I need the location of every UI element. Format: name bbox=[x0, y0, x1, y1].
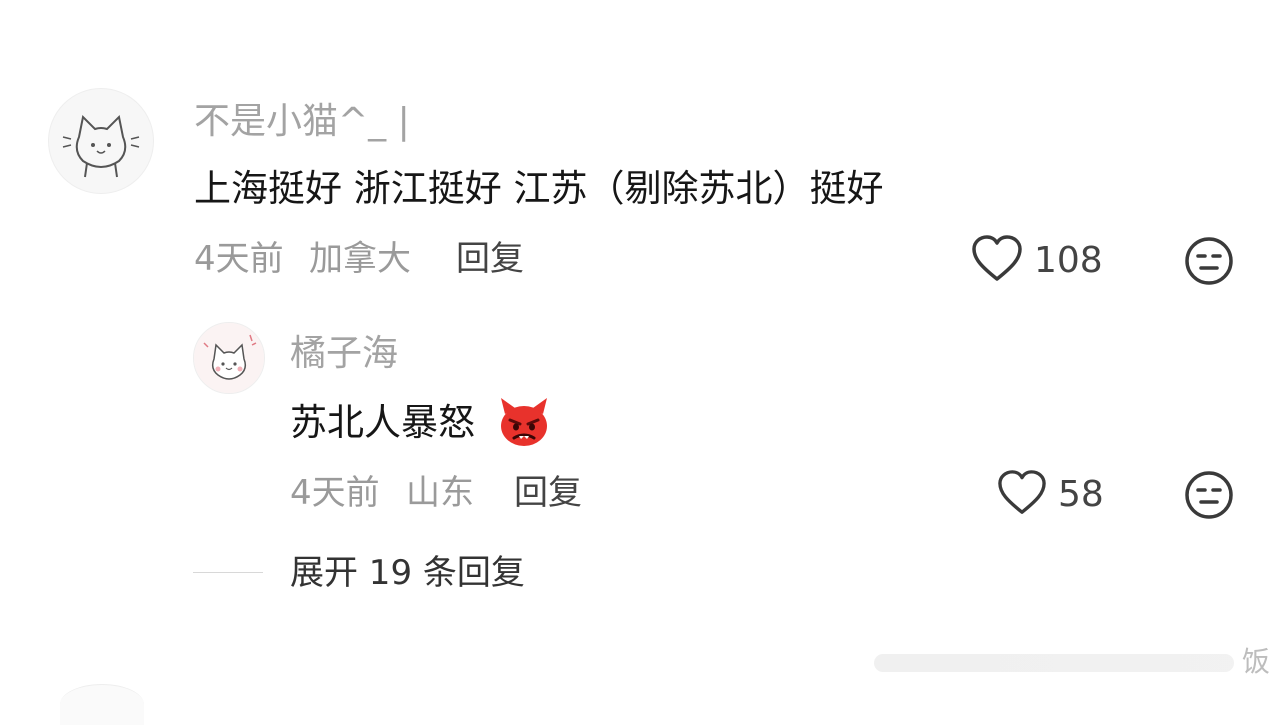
comment-location: 加拿大 bbox=[309, 239, 411, 279]
reply-dislike-button[interactable] bbox=[1184, 470, 1234, 520]
commenter-username[interactable]: 不是小猫^_ | bbox=[194, 104, 410, 140]
heart-outline-icon bbox=[998, 470, 1046, 514]
reply-location: 山东 bbox=[406, 473, 474, 513]
comment-time: 4天前 bbox=[194, 239, 284, 279]
watermark-bar bbox=[874, 654, 1234, 672]
comment-dislike-button[interactable] bbox=[1184, 236, 1234, 286]
reply-like-button[interactable] bbox=[996, 469, 1048, 517]
reply-time: 4天前 bbox=[290, 473, 380, 513]
cat-doodle-avatar-icon bbox=[62, 114, 140, 178]
watermark-text: 饭 bbox=[1242, 645, 1271, 678]
heart-outline-icon bbox=[972, 235, 1022, 281]
angry-devil-emoji bbox=[497, 396, 551, 448]
angry-devil-emoji-icon bbox=[501, 398, 547, 446]
replier-avatar[interactable] bbox=[193, 322, 265, 394]
replier-username[interactable]: 橘子海 bbox=[290, 336, 398, 372]
neutral-face-icon bbox=[1185, 237, 1233, 285]
comment-like-count: 108 bbox=[1034, 240, 1103, 281]
expand-divider bbox=[193, 572, 263, 573]
comment-reply-button[interactable]: 回复 bbox=[456, 242, 524, 276]
comment-text: 上海挺好 浙江挺好 江苏（剔除苏北）挺好 bbox=[194, 167, 884, 210]
next-comment-avatar-edge bbox=[60, 684, 144, 725]
neutral-face-icon bbox=[1185, 471, 1233, 519]
comment-like-button[interactable] bbox=[970, 234, 1024, 284]
commenter-avatar[interactable] bbox=[48, 88, 154, 194]
reply-like-count: 58 bbox=[1058, 474, 1104, 515]
expand-replies-button[interactable]: 展开 19 条回复 bbox=[290, 556, 525, 590]
cat-doodle-avatar-pink-icon bbox=[194, 323, 264, 393]
reply-reply-button[interactable]: 回复 bbox=[514, 476, 582, 510]
reply-text: 苏北人暴怒 bbox=[290, 401, 475, 444]
